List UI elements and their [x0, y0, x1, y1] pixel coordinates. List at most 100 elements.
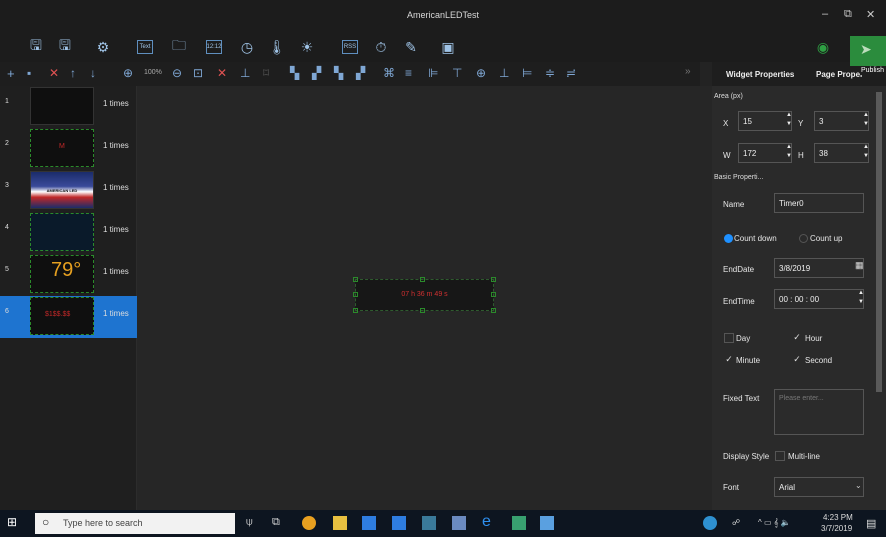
- clock-icon[interactable]: ◷: [236, 36, 258, 58]
- enddate-input[interactable]: 3/8/2019: [774, 258, 864, 278]
- count-down-label[interactable]: Count down: [734, 234, 777, 243]
- properties-scrollbar[interactable]: [876, 92, 882, 392]
- tab-widget-properties[interactable]: Widget Properties: [726, 70, 794, 79]
- save-icon[interactable]: 🖫: [25, 36, 47, 58]
- notifications-icon[interactable]: ▤: [866, 517, 876, 530]
- clock-time[interactable]: 4:23 PM: [823, 513, 853, 522]
- close-icon[interactable]: ✕: [866, 8, 875, 21]
- resize-handle[interactable]: [491, 308, 496, 313]
- h-stepper[interactable]: ▲ ▼: [862, 143, 870, 163]
- windows-start-icon[interactable]: ⊞: [7, 515, 21, 529]
- x-stepper[interactable]: ▲ ▼: [785, 111, 793, 131]
- h-input[interactable]: 38: [814, 143, 869, 163]
- distribute-h-icon[interactable]: ≑: [545, 66, 555, 80]
- screen-icon[interactable]: ▣: [437, 36, 459, 58]
- program-item[interactable]: 3 AMERICAN LED 1 times: [0, 170, 137, 212]
- file-explorer-icon[interactable]: [333, 516, 347, 530]
- program-item[interactable]: 5 79° 1 times: [0, 254, 137, 296]
- lock-icon[interactable]: ⌑: [263, 66, 269, 80]
- group-icon[interactable]: ⌘: [383, 66, 395, 80]
- timer-widget[interactable]: 07 h 36 m 49 s: [353, 277, 496, 313]
- fixed-text-input[interactable]: Please enter...: [774, 389, 864, 435]
- publish-button[interactable]: ➤: [850, 36, 886, 66]
- microphone-icon[interactable]: ⍦: [246, 516, 260, 530]
- count-up-radio[interactable]: [799, 234, 808, 243]
- second-label[interactable]: Second: [805, 356, 832, 365]
- chrome-icon[interactable]: [302, 516, 316, 530]
- multiline-label[interactable]: Multi-line: [788, 452, 820, 461]
- distribute-icon[interactable]: ≡: [405, 66, 412, 80]
- rss-icon[interactable]: RSS: [342, 40, 358, 54]
- thermometer-icon[interactable]: 🌡: [266, 36, 288, 58]
- font-select[interactable]: Arial: [774, 477, 864, 497]
- delete-icon[interactable]: ✕: [49, 66, 59, 80]
- align-right-icon[interactable]: ⊨: [522, 66, 532, 80]
- name-input[interactable]: Timer0: [774, 193, 864, 213]
- resize-handle[interactable]: [491, 277, 496, 282]
- settings-icon[interactable]: ⚙: [92, 36, 114, 58]
- program-item[interactable]: 4 1 times: [0, 212, 137, 254]
- program-item-selected[interactable]: 6 $1$$.$$ 1 times: [0, 296, 137, 338]
- fit-icon[interactable]: ⊡: [193, 66, 203, 80]
- minute-label[interactable]: Minute: [736, 356, 760, 365]
- app-icon[interactable]: [362, 516, 376, 530]
- pen-icon[interactable]: ✎: [400, 36, 422, 58]
- endtime-input[interactable]: 00 : 00 : 00: [774, 289, 864, 309]
- help-icon[interactable]: [703, 516, 717, 530]
- program-item[interactable]: 2 M 1 times: [0, 128, 137, 170]
- day-checkbox[interactable]: [724, 333, 734, 343]
- w-input[interactable]: 172: [738, 143, 792, 163]
- app-icon[interactable]: [540, 516, 554, 530]
- chevron-down-icon[interactable]: ⌄: [855, 481, 862, 490]
- timer-icon[interactable]: ⏱: [370, 36, 392, 58]
- preview-eye-icon[interactable]: ◉: [812, 36, 834, 58]
- count-up-label[interactable]: Count up: [810, 234, 842, 243]
- calendar-icon[interactable]: ▦: [855, 260, 864, 271]
- y-input[interactable]: 3: [814, 111, 869, 131]
- second-checkbox[interactable]: ✓: [792, 355, 802, 365]
- resize-handle[interactable]: [420, 277, 425, 282]
- zoom-in-icon[interactable]: ⊕: [123, 66, 133, 80]
- task-view-icon[interactable]: ⧉: [272, 516, 286, 530]
- move-down-icon[interactable]: ↓: [90, 66, 96, 80]
- clock-date[interactable]: 3/7/2019: [821, 524, 852, 533]
- app-icon[interactable]: [452, 516, 466, 530]
- multiline-checkbox[interactable]: [775, 451, 785, 461]
- align-bottom-icon[interactable]: ⊥: [499, 66, 509, 80]
- resize-handle[interactable]: [353, 292, 358, 297]
- copy-icon[interactable]: ▪: [27, 66, 31, 80]
- resize-handle[interactable]: [353, 308, 358, 313]
- basic-properties-section[interactable]: Basic Properti...: [714, 174, 763, 181]
- align-icon[interactable]: ⊥: [240, 66, 250, 80]
- store-icon[interactable]: [392, 516, 406, 530]
- tab-page-properties[interactable]: Page Proper: [816, 70, 863, 79]
- folder-icon[interactable]: 🗀: [168, 36, 190, 58]
- app-icon[interactable]: [512, 516, 526, 530]
- day-label[interactable]: Day: [736, 334, 750, 343]
- restore-icon[interactable]: ⧉: [844, 8, 852, 21]
- hour-label[interactable]: Hour: [805, 334, 822, 343]
- count-down-radio[interactable]: [724, 234, 733, 243]
- edge-icon[interactable]: e: [482, 513, 496, 530]
- distribute-v-icon[interactable]: ≓: [566, 66, 576, 80]
- send-back-icon[interactable]: ▞: [312, 66, 321, 80]
- bring-front-icon[interactable]: ▚: [290, 66, 299, 80]
- x-input[interactable]: 15: [738, 111, 792, 131]
- align-top-icon[interactable]: ⊤: [452, 66, 462, 80]
- zoom-out-icon[interactable]: ⊖: [172, 66, 182, 80]
- w-stepper[interactable]: ▲ ▼: [785, 143, 793, 163]
- resize-handle[interactable]: [491, 292, 496, 297]
- area-section[interactable]: Area (px): [714, 93, 743, 100]
- resize-handle[interactable]: [420, 308, 425, 313]
- add-icon[interactable]: +: [7, 66, 15, 81]
- weather-icon[interactable]: ☀: [296, 36, 318, 58]
- save-as-icon[interactable]: 🖫: [54, 36, 76, 58]
- align-center-icon[interactable]: ⊕: [476, 66, 486, 80]
- people-icon[interactable]: ☍: [732, 518, 740, 527]
- resize-handle[interactable]: [353, 277, 358, 282]
- hour-checkbox[interactable]: ✓: [792, 333, 802, 343]
- backward-icon[interactable]: ▞: [356, 66, 365, 80]
- remove-widget-icon[interactable]: ✕: [217, 66, 227, 80]
- taskbar-search[interactable]: ○ Type here to search: [35, 513, 235, 534]
- app-icon[interactable]: [422, 516, 436, 530]
